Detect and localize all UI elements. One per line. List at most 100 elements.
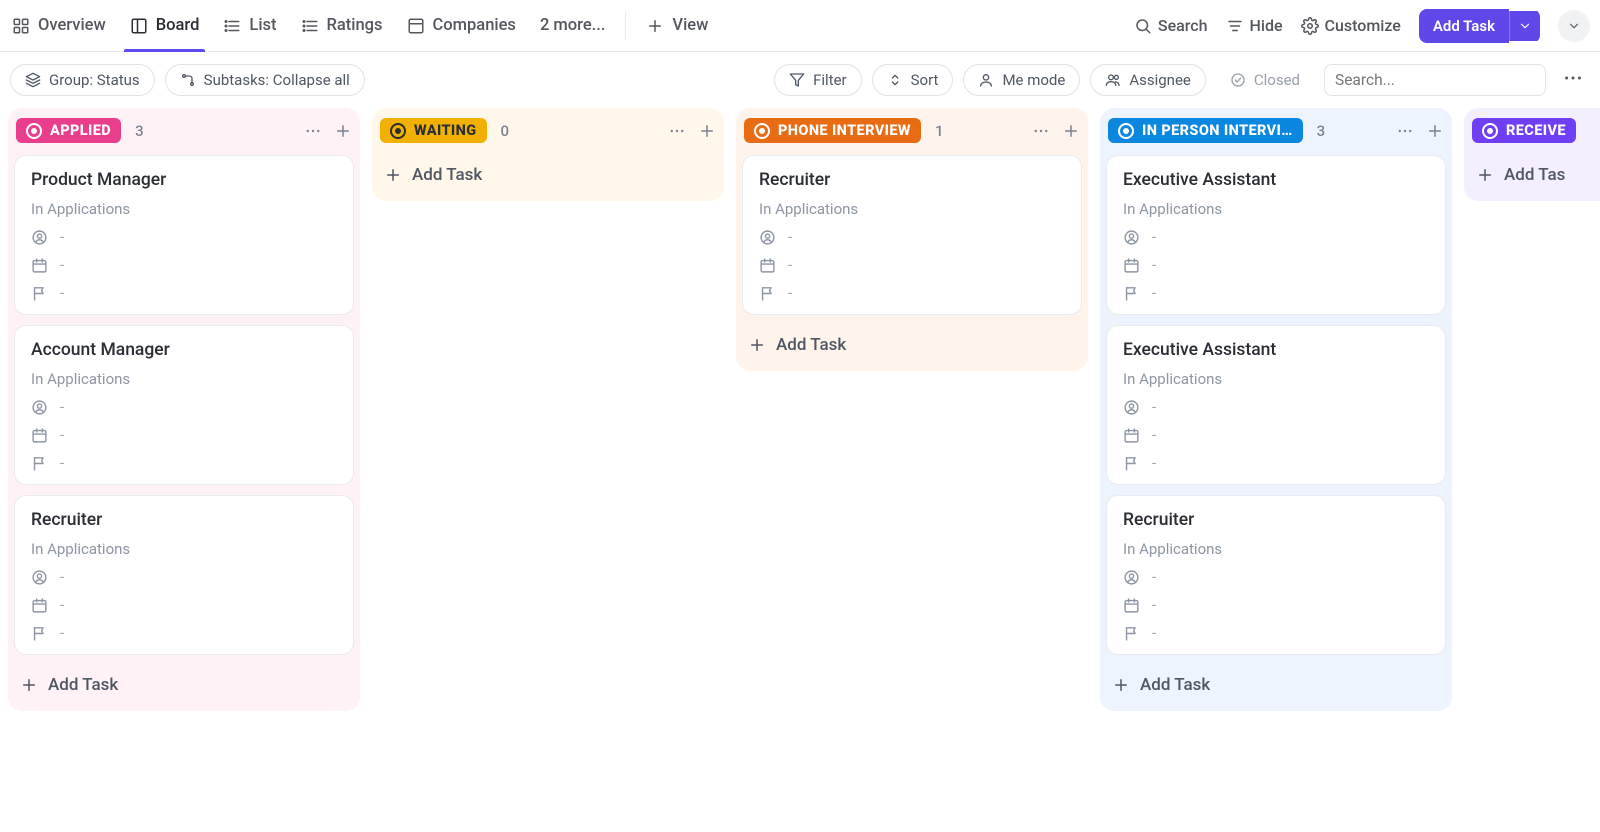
task-card[interactable]: Recruiter In Applications - - - bbox=[742, 155, 1082, 315]
card-assignee[interactable]: - bbox=[31, 398, 337, 416]
calendar-icon bbox=[1123, 597, 1140, 614]
tab-more[interactable]: 2 more... bbox=[538, 0, 607, 51]
card-title: Recruiter bbox=[759, 170, 1065, 190]
card-location: In Applications bbox=[31, 370, 337, 388]
card-assignee[interactable]: - bbox=[1123, 228, 1429, 246]
assignee-icon bbox=[759, 229, 776, 246]
more-icon[interactable] bbox=[1032, 122, 1050, 140]
add-view-button[interactable]: View bbox=[644, 0, 710, 51]
column-header: APPLIED3 bbox=[14, 114, 354, 145]
tab-ratings[interactable]: Ratings bbox=[299, 0, 385, 51]
card-priority[interactable]: - bbox=[31, 454, 337, 472]
add-task-label: Add Tas bbox=[1504, 165, 1565, 185]
more-icon[interactable] bbox=[1396, 122, 1414, 140]
nav-hide[interactable]: Hide bbox=[1226, 16, 1283, 35]
tab-overview[interactable]: Overview bbox=[10, 0, 108, 51]
card-date[interactable]: - bbox=[1123, 426, 1429, 444]
card-assignee[interactable]: - bbox=[759, 228, 1065, 246]
column-header: PHONE INTERVIEW1 bbox=[742, 114, 1082, 145]
nav-customize[interactable]: Customize bbox=[1301, 16, 1401, 35]
toolbar-more[interactable] bbox=[1556, 67, 1590, 93]
nav-search-label: Search bbox=[1158, 16, 1208, 35]
card-assignee[interactable]: - bbox=[31, 568, 337, 586]
add-task-button[interactable]: Add Task bbox=[1419, 9, 1540, 43]
card-priority[interactable]: - bbox=[31, 624, 337, 642]
plus-icon[interactable] bbox=[334, 122, 352, 140]
calendar-icon bbox=[1123, 427, 1140, 444]
task-card[interactable]: Executive Assistant In Applications - - … bbox=[1106, 155, 1446, 315]
column-applied: APPLIED3 Product Manager In Applications… bbox=[8, 108, 360, 711]
status-pill[interactable]: WAITING bbox=[380, 118, 487, 143]
task-card[interactable]: Account Manager In Applications - - - bbox=[14, 325, 354, 485]
tab-list[interactable]: List bbox=[221, 0, 278, 51]
status-label: PHONE INTERVIEW bbox=[778, 122, 911, 139]
closed-label: Closed bbox=[1254, 71, 1300, 89]
assignee-chip[interactable]: Assignee bbox=[1090, 64, 1206, 96]
status-label: WAITING bbox=[414, 122, 477, 139]
card-priority[interactable]: - bbox=[759, 284, 1065, 302]
subtasks-chip-label: Subtasks: Collapse all bbox=[204, 71, 350, 89]
calendar-icon bbox=[31, 427, 48, 444]
card-date[interactable]: - bbox=[1123, 256, 1429, 274]
view-tabs: Overview Board List Ratings Companies 2 more.… bbox=[10, 0, 607, 51]
more-icon[interactable] bbox=[668, 122, 686, 140]
sort-chip[interactable]: Sort bbox=[872, 64, 954, 96]
card-assignee[interactable]: - bbox=[31, 228, 337, 246]
card-priority[interactable]: - bbox=[1123, 454, 1429, 472]
card-date[interactable]: - bbox=[31, 596, 337, 614]
add-task-label[interactable]: Add Task bbox=[1419, 9, 1509, 43]
task-card[interactable]: Recruiter In Applications - - - bbox=[1106, 495, 1446, 655]
calendar-icon bbox=[759, 257, 776, 274]
meta-value: - bbox=[60, 624, 64, 642]
card-priority[interactable]: - bbox=[31, 284, 337, 302]
assignee-icon bbox=[1123, 569, 1140, 586]
card-assignee[interactable]: - bbox=[1123, 398, 1429, 416]
collapse-toggle[interactable] bbox=[1558, 10, 1590, 42]
add-task-row[interactable]: Add Task bbox=[742, 325, 1082, 365]
status-pill[interactable]: APPLIED bbox=[16, 118, 121, 143]
me-mode-chip[interactable]: Me mode bbox=[963, 64, 1080, 96]
card-date[interactable]: - bbox=[31, 426, 337, 444]
group-chip[interactable]: Group: Status bbox=[10, 64, 155, 96]
add-task-row[interactable]: Add Task bbox=[1106, 665, 1446, 705]
tab-board[interactable]: Board bbox=[128, 0, 202, 51]
card-priority[interactable]: - bbox=[1123, 624, 1429, 642]
meta-value: - bbox=[60, 256, 64, 274]
filter-chip[interactable]: Filter bbox=[774, 64, 862, 96]
add-task-row[interactable]: Add Tas bbox=[1470, 155, 1600, 195]
board-search-input[interactable] bbox=[1324, 64, 1546, 96]
status-pill[interactable]: RECEIVE bbox=[1472, 118, 1576, 143]
plus-icon[interactable] bbox=[1426, 122, 1444, 140]
subtasks-chip[interactable]: Subtasks: Collapse all bbox=[165, 64, 365, 96]
card-priority[interactable]: - bbox=[1123, 284, 1429, 302]
add-task-label: Add Task bbox=[48, 675, 118, 695]
card-date[interactable]: - bbox=[1123, 596, 1429, 614]
add-task-dropdown[interactable] bbox=[1509, 11, 1540, 41]
sort-icon bbox=[887, 72, 903, 88]
nav-search[interactable]: Search bbox=[1134, 16, 1208, 35]
card-location: In Applications bbox=[31, 540, 337, 558]
add-task-row[interactable]: Add Task bbox=[378, 155, 718, 195]
assignee-icon bbox=[1123, 399, 1140, 416]
add-task-row[interactable]: Add Task bbox=[14, 665, 354, 705]
more-icon[interactable] bbox=[304, 122, 322, 140]
task-card[interactable]: Executive Assistant In Applications - - … bbox=[1106, 325, 1446, 485]
task-card[interactable]: Recruiter In Applications - - - bbox=[14, 495, 354, 655]
meta-value: - bbox=[788, 284, 792, 302]
card-location: In Applications bbox=[1123, 200, 1429, 218]
calendar-icon bbox=[1123, 257, 1140, 274]
plus-icon[interactable] bbox=[698, 122, 716, 140]
task-card[interactable]: Product Manager In Applications - - - bbox=[14, 155, 354, 315]
status-pill[interactable]: PHONE INTERVIEW bbox=[744, 118, 921, 143]
plus-icon[interactable] bbox=[1062, 122, 1080, 140]
status-pill[interactable]: IN PERSON INTERVI… bbox=[1108, 118, 1303, 143]
closed-chip[interactable]: Closed bbox=[1216, 65, 1314, 95]
card-assignee[interactable]: - bbox=[1123, 568, 1429, 586]
flag-icon bbox=[31, 285, 48, 302]
meta-value: - bbox=[788, 228, 792, 246]
meta-value: - bbox=[1152, 624, 1156, 642]
card-date[interactable]: - bbox=[759, 256, 1065, 274]
tab-companies[interactable]: Companies bbox=[405, 0, 518, 51]
meta-value: - bbox=[1152, 568, 1156, 586]
card-date[interactable]: - bbox=[31, 256, 337, 274]
